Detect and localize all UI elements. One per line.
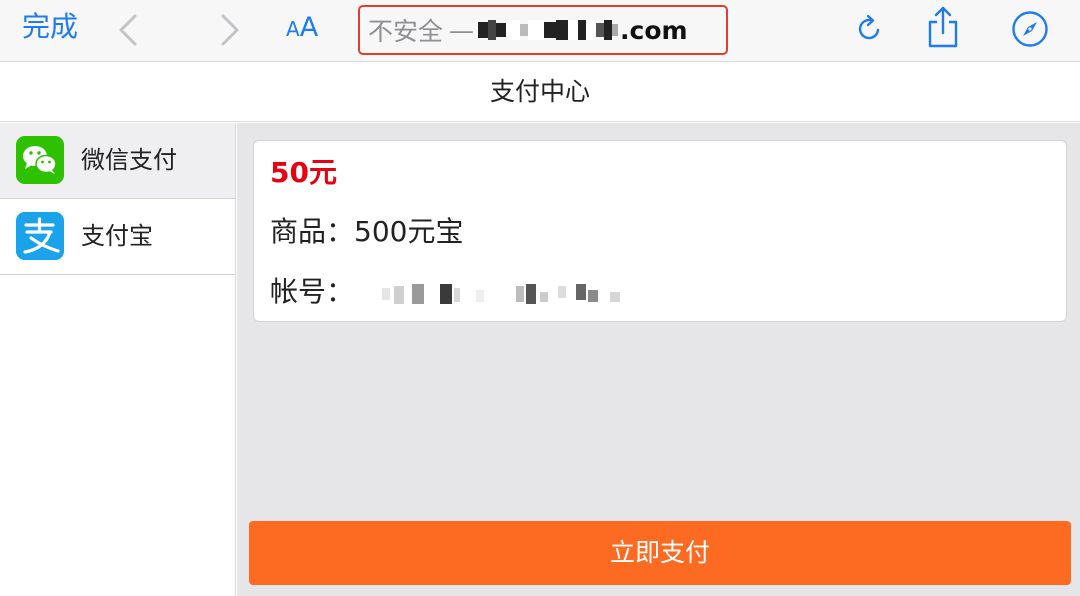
main-content: 50元 商品：500元宝 帐号： 立即支付 — [237, 123, 1080, 596]
redacted-domain-mask — [478, 17, 619, 43]
alipay-icon — [16, 212, 64, 260]
chevron-right-icon[interactable] — [218, 12, 242, 48]
product-row: 商品：500元宝 — [270, 214, 463, 250]
browser-toolbar: 完成 AA 不安全 — .com — [0, 0, 1080, 62]
payment-option-wechat[interactable]: 微信支付 — [0, 123, 235, 199]
done-button[interactable]: 完成 — [22, 9, 78, 45]
share-icon[interactable] — [926, 6, 960, 48]
insecure-label: 不安全 — [368, 17, 444, 46]
address-dash: — — [449, 15, 475, 45]
order-amount: 50元 — [270, 156, 337, 189]
payment-option-alipay[interactable]: 支付宝 — [0, 199, 235, 275]
pay-now-button[interactable]: 立即支付 — [249, 521, 1071, 585]
payment-method-sidebar: 微信支付 支付宝 — [0, 123, 236, 596]
product-label: 商品： — [270, 215, 355, 248]
aa-big: A — [299, 12, 319, 43]
order-summary-card: 50元 商品：500元宝 帐号： — [253, 140, 1067, 322]
payment-option-label: 支付宝 — [81, 222, 153, 250]
chevron-left-icon[interactable] — [116, 12, 140, 48]
aa-small: A — [286, 17, 300, 41]
reload-icon[interactable] — [855, 12, 885, 44]
payment-option-label: 微信支付 — [81, 146, 177, 174]
wechat-icon — [16, 136, 64, 184]
redacted-account-mask — [382, 284, 620, 304]
compass-icon[interactable] — [1011, 10, 1049, 48]
text-size-button[interactable]: AA — [286, 10, 318, 49]
address-bar[interactable]: 不安全 — .com — [358, 5, 728, 55]
page-title: 支付中心 — [0, 62, 1080, 122]
domain-suffix: .com — [620, 15, 688, 45]
account-label: 帐号： — [270, 275, 355, 308]
account-row: 帐号： — [270, 274, 354, 310]
product-value: 500元宝 — [354, 215, 464, 248]
